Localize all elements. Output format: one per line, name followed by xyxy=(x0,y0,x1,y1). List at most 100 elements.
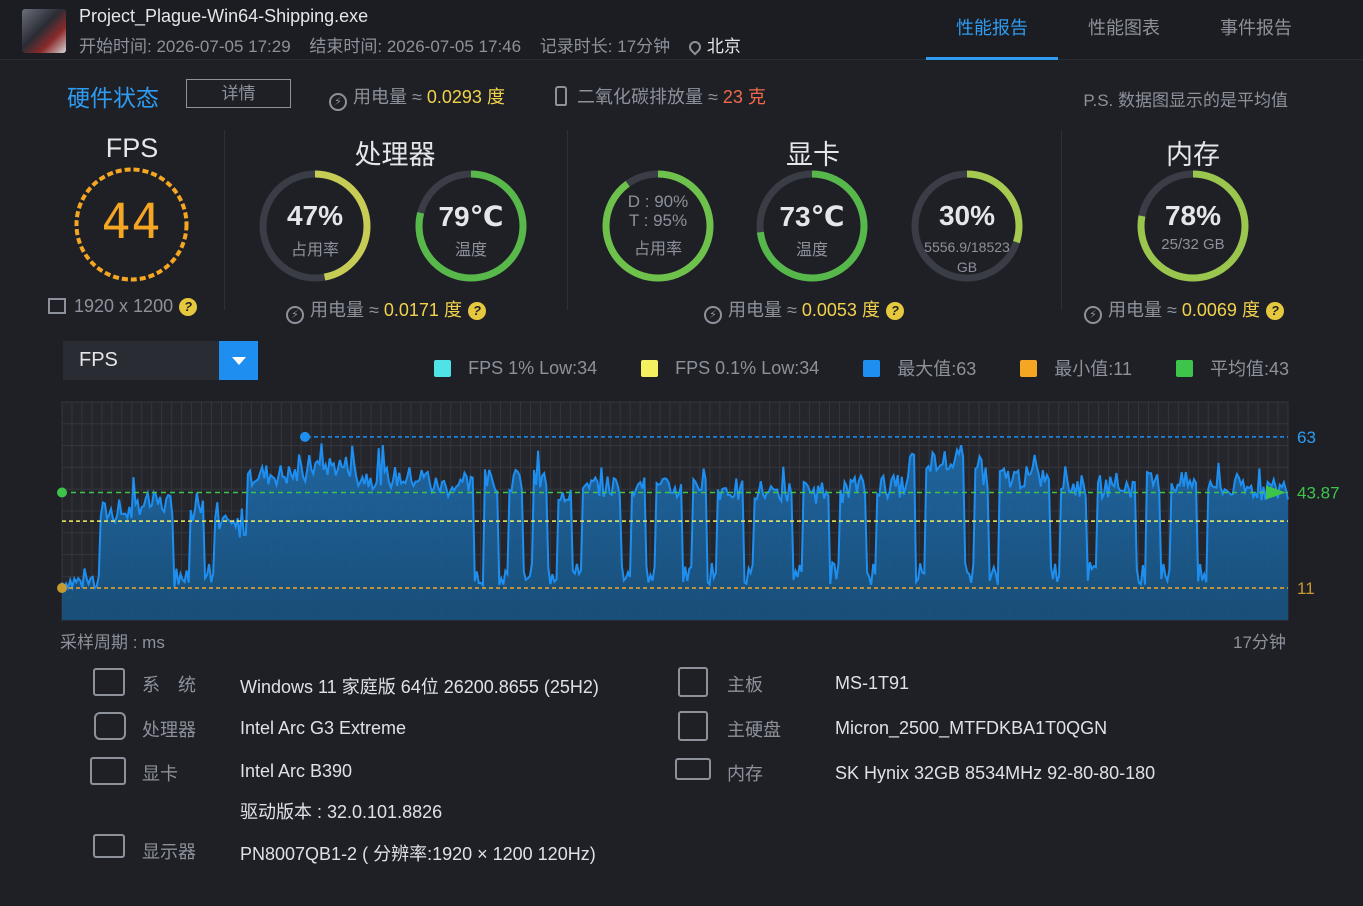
details-button[interactable]: 详情 xyxy=(186,79,291,108)
chart-legend: FPS 1% Low:34 FPS 0.1% Low:34 最大值:63 最小值… xyxy=(390,355,1289,381)
motherboard-label: 主板 xyxy=(727,675,763,695)
max-label: 63 xyxy=(1297,428,1316,447)
disk-value: Micron_2500_MTFDKBA1T0QGN xyxy=(835,718,1108,738)
tab-event-report[interactable]: 事件报告 xyxy=(1190,0,1322,60)
memory-label: 内存 xyxy=(727,764,763,784)
system-label: 系 统 xyxy=(142,675,196,695)
legend-swatch xyxy=(1020,359,1038,377)
monitor-value: PN8007QB1-2 ( 分辨率:1920 × 1200 120Hz) xyxy=(240,844,596,864)
gpu-temp-gauge: 73℃ 温度 xyxy=(754,168,870,284)
cpu-temp-label: 温度 xyxy=(454,242,487,259)
min-label: 11 xyxy=(1297,579,1315,598)
cpu-icon xyxy=(94,712,126,740)
fps-chart: 63 43.87 11 xyxy=(57,401,1340,621)
min-marker xyxy=(57,583,67,594)
disk-label: 主硬盘 xyxy=(727,720,781,740)
fps-value: 44 xyxy=(101,194,162,250)
legend-swatch xyxy=(434,359,452,377)
divider xyxy=(1061,130,1062,310)
resolution-icon xyxy=(48,298,66,314)
gpu-vram-gauge: 30% 5556.9/18523 GB xyxy=(909,168,1025,284)
legend-item: FPS 0.1% Low:34 xyxy=(641,355,819,381)
gpu-vram-value: 30% xyxy=(938,200,996,231)
cpu-power: ⚡ 用电量 ≈ 0.0171 度? xyxy=(286,296,486,324)
divider xyxy=(224,130,225,310)
cpu-temp-value: 79℃ xyxy=(438,201,504,232)
city: 北京 xyxy=(706,37,741,56)
cpu-usage-label: 占用率 xyxy=(290,242,339,259)
app-title: Project_Plague-Win64-Shipping.exe xyxy=(79,6,369,26)
gpu-d-usage: D : 90% xyxy=(627,192,689,211)
average-marker xyxy=(57,487,67,498)
gpu-temp-value: 73℃ xyxy=(779,201,845,232)
fps-title: FPS xyxy=(105,133,159,163)
cpu-usage-value: 47% xyxy=(286,200,344,231)
gpu-power: ⚡ 用电量 ≈ 0.0053 度? xyxy=(704,296,904,324)
power-icon: ⚡ xyxy=(329,93,347,111)
gpu-t-usage: T : 95% xyxy=(628,211,688,230)
co2-emission: 二氧化碳排放量 ≈ 23 克 xyxy=(555,83,766,109)
tab-performance-report[interactable]: 性能报告 xyxy=(926,0,1058,60)
title-bar: Project_Plague-Win64-Shipping.exe 开始时间: … xyxy=(0,0,1363,60)
cpu-title: 处理器 xyxy=(354,140,436,170)
report-tabs: 性能报告 性能图表 事件报告 xyxy=(926,0,1363,60)
memory-icon xyxy=(675,758,711,780)
windows-icon xyxy=(93,668,125,696)
memory-title: 内存 xyxy=(1166,140,1220,170)
metric-select-value: FPS xyxy=(79,349,118,371)
gpu-title: 显卡 xyxy=(786,140,840,170)
monitor-label: 显示器 xyxy=(142,842,196,862)
memory-usage-label: 25/32 GB xyxy=(1161,236,1225,253)
total-power-value: 0.0293 度 xyxy=(426,87,505,107)
monitor-icon xyxy=(93,834,125,858)
x-axis-end-label: 17分钟 xyxy=(1233,633,1286,652)
cpu-usage-gauge: 47% 占用率 xyxy=(257,168,373,284)
memory-usage-gauge: 78% 25/32 GB xyxy=(1135,168,1251,284)
help-icon[interactable]: ? xyxy=(885,302,904,320)
help-icon[interactable]: ? xyxy=(1265,302,1284,320)
gpu-icon xyxy=(90,757,126,785)
tab-performance-chart[interactable]: 性能图表 xyxy=(1058,0,1190,60)
game-icon xyxy=(22,9,66,53)
legend-swatch xyxy=(1175,359,1193,377)
co2-value: 23 克 xyxy=(722,87,766,107)
driver-version: 驱动版本 : 32.0.101.8826 xyxy=(240,802,443,822)
hardware-status-title: 硬件状态 xyxy=(67,85,159,111)
gpu-usage-gauge: D : 90% T : 95% 占用率 xyxy=(600,168,716,284)
cpu-temp-gauge: 79℃ 温度 xyxy=(413,168,529,284)
legend-item: 最小值:11 xyxy=(1020,355,1132,381)
system-value: Windows 11 家庭版 64位 26200.8655 (25H2) xyxy=(240,677,599,697)
memory-value: SK Hynix 32GB 8534MHz 92-80-80-180 xyxy=(835,763,1156,783)
disk-icon xyxy=(678,711,708,741)
location-pin-icon xyxy=(686,38,704,56)
motherboard-icon xyxy=(678,667,708,697)
help-icon[interactable]: ? xyxy=(179,298,198,316)
chevron-down-icon[interactable] xyxy=(219,341,258,380)
legend-item: 平均值:43 xyxy=(1175,355,1289,381)
average-note: P.S. 数据图显示的是平均值 xyxy=(1083,91,1288,110)
fps-gauge: 44 xyxy=(73,166,190,283)
gpu-label: 显卡 xyxy=(142,764,178,784)
resolution: 1920 x 1200? xyxy=(48,296,198,317)
gpu-value: Intel Arc B390 xyxy=(240,761,353,781)
power-icon: ⚡ xyxy=(286,306,304,324)
co2-icon xyxy=(555,86,567,106)
memory-power: ⚡ 用电量 ≈ 0.0069 度? xyxy=(1084,296,1284,324)
metric-select[interactable]: FPS xyxy=(63,341,258,380)
motherboard-value: MS-1T91 xyxy=(835,673,910,693)
legend-swatch xyxy=(863,359,881,377)
divider xyxy=(567,130,568,310)
session-meta: 开始时间: 2026-07-05 17:29 结束时间: 2026-07-05 … xyxy=(79,32,755,57)
legend-swatch xyxy=(641,359,659,377)
max-marker xyxy=(300,431,310,442)
memory-usage-value: 78% xyxy=(1164,200,1222,231)
help-icon[interactable]: ? xyxy=(467,302,486,320)
gpu-usage-label: 占用率 xyxy=(633,241,682,258)
legend-item: 最大值:63 xyxy=(863,355,976,381)
total-power: ⚡ 用电量 ≈ 0.0293 度 xyxy=(329,83,505,111)
legend-item: FPS 1% Low:34 xyxy=(434,355,597,381)
gpu-temp-label: 温度 xyxy=(795,242,828,259)
cpu-value: Intel Arc G3 Extreme xyxy=(240,718,407,738)
cpu-label: 处理器 xyxy=(142,720,196,740)
end-time: 结束时间: 2026-07-05 17:46 xyxy=(309,37,522,56)
